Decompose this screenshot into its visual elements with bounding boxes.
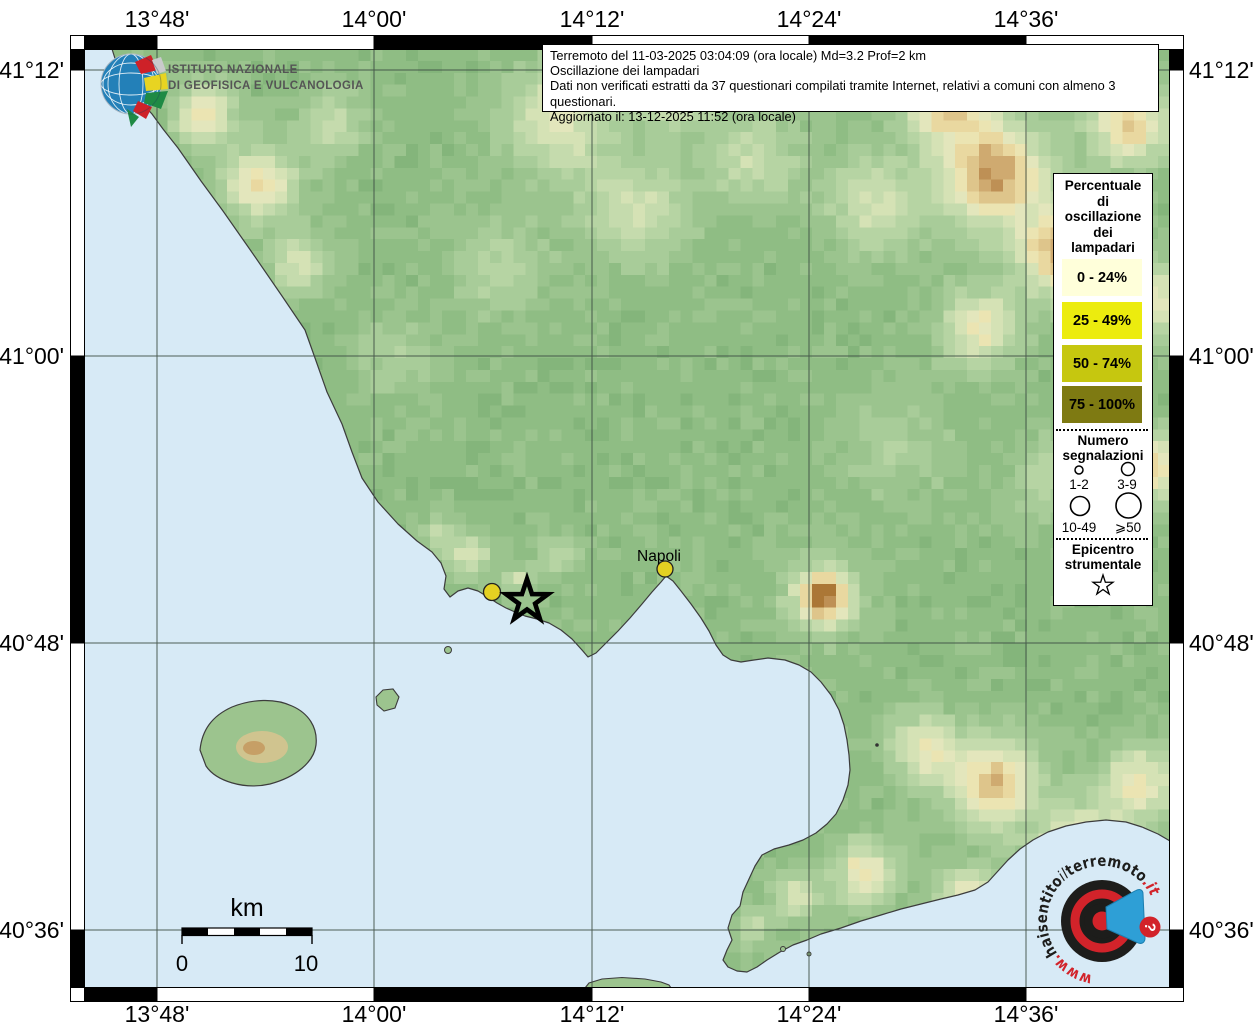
epicenter-title: Epicentro strumentale [1064,542,1142,572]
count-circle-1-2-icon [1074,465,1084,475]
legend-box: Percentuale di oscillazione dei lampadar… [1053,173,1153,606]
count-circle-50plus-icon [1115,492,1142,519]
count-label-1-2: 1-2 [1069,477,1089,492]
axis-label-right-3: 40°48' [1189,630,1254,656]
axis-label-left-2: 41°00' [0,343,64,369]
legend-separator-2 [1056,538,1148,540]
count-label-50plus: ⩾50 [1114,520,1142,535]
legend-separator-1 [1056,429,1148,431]
axis-label-bottom-2: 14°00' [342,1001,407,1024]
axis-label-left-1: 41°12' [0,57,64,83]
felt-report-map-page: Napoli km 0 10 13°48' 14°00' 14°12' 14°2… [0,0,1255,1024]
axis-label-bottom-1: 13°48' [125,1001,190,1024]
axis-label-bottom-4: 14°24' [777,1001,842,1024]
count-label-3-9: 3-9 [1117,477,1137,492]
axis-label-top-4: 14°24' [777,6,842,32]
terrain-raster [84,49,1170,988]
earthquake-info-box: Terremoto del 11-03-2025 03:04:09 (ora l… [542,44,1159,124]
axis-label-left-4: 40°36' [0,917,64,943]
counts-title: Numero segnalazioni [1062,433,1144,463]
legend-title: Percentuale di oscillazione dei lampadar… [1064,178,1142,256]
epicenter-star-icon [1091,572,1115,596]
axis-label-bottom-5: 14°36' [994,1001,1059,1024]
axis-label-top-5: 14°36' [994,6,1059,32]
info-line-event: Terremoto del 11-03-2025 03:04:09 (ora l… [550,48,927,63]
axis-label-left-3: 40°48' [0,630,64,656]
legend-class-25-49: 25 - 49% [1062,302,1142,339]
legend-class-0-24: 0 - 24% [1062,259,1142,296]
info-line-disclaimer: Dati non verificati estratti da 37 quest… [550,78,1116,109]
axis-label-right-4: 40°36' [1189,917,1254,943]
info-line-updated: Aggiornato il: 13-12-2025 11:52 (ora loc… [550,108,796,124]
axis-label-bottom-3: 14°12' [560,1001,625,1024]
axis-label-top-1: 13°48' [125,6,190,32]
legend-class-50-74: 50 - 74% [1062,345,1142,382]
count-circle-3-9-icon [1120,461,1136,477]
count-label-10-49: 10-49 [1061,520,1097,535]
info-line-question: Oscillazione dei lampadari [550,63,700,79]
axis-label-top-3: 14°12' [560,6,625,32]
count-circle-10-49-icon [1069,495,1091,517]
axis-label-right-1: 41°12' [1189,57,1254,83]
axis-label-right-2: 41°00' [1189,343,1254,369]
axis-label-top-2: 14°00' [342,6,407,32]
legend-class-75-100: 75 - 100% [1062,386,1142,423]
